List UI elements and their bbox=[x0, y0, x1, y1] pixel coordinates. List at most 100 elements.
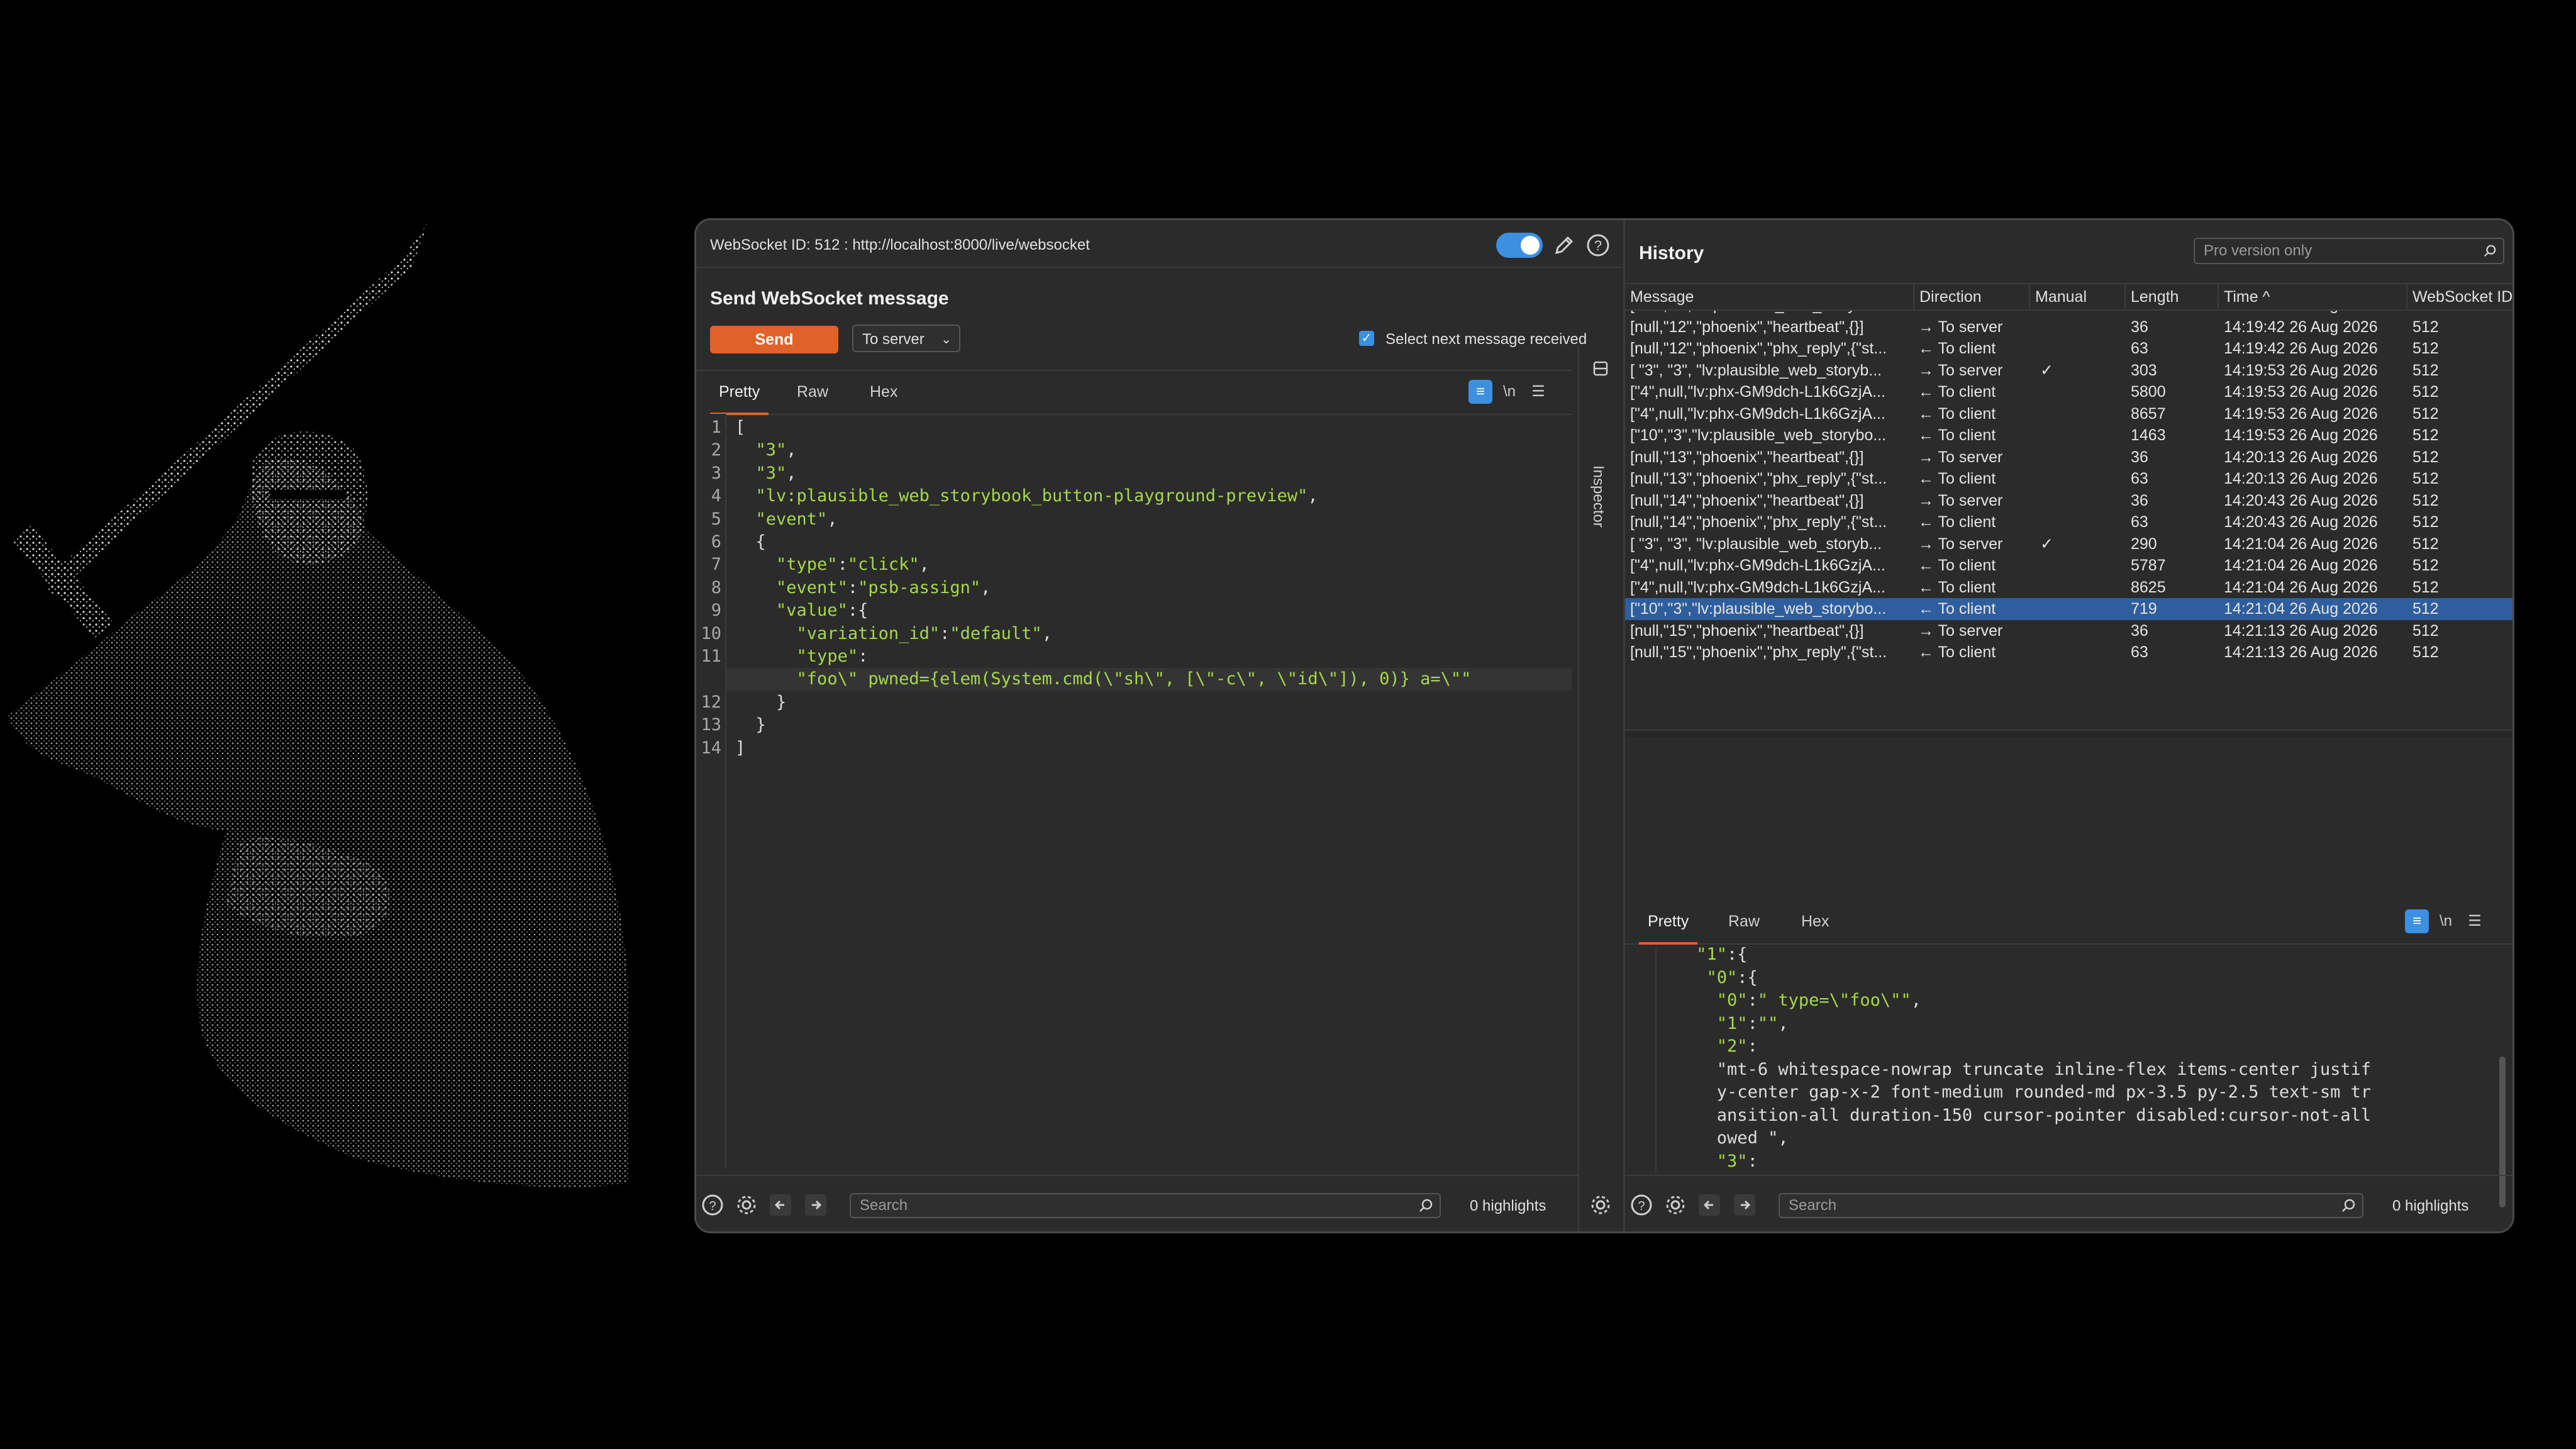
time-cell: 14:20:43 26 Aug 2026 bbox=[2224, 513, 2378, 531]
edit-pencil-icon[interactable] bbox=[1552, 233, 1577, 258]
tab-hex[interactable]: Hex bbox=[1801, 901, 1829, 942]
history-row[interactable]: ["4",null,"lv:phx-GM9dch-L1k6GzjA... ← To… bbox=[1625, 577, 2512, 599]
column-direction[interactable]: Direction bbox=[1914, 284, 2030, 309]
help-icon[interactable]: ? bbox=[1630, 1194, 1653, 1216]
direction-cell: → To server bbox=[1918, 361, 2003, 379]
column-message[interactable]: Message bbox=[1625, 284, 1914, 309]
manual-cell: ✓ bbox=[2040, 361, 2053, 379]
wrap-lines-icon[interactable]: ≡ bbox=[1468, 380, 1492, 404]
menu-icon[interactable]: ☰ bbox=[1526, 380, 1550, 404]
arrow-left-icon[interactable] bbox=[769, 1194, 792, 1216]
tab-raw[interactable]: Raw bbox=[1728, 901, 1760, 942]
column-manual[interactable]: Manual bbox=[2030, 284, 2126, 309]
search-icon bbox=[2342, 1199, 2355, 1212]
highlights-count: 0 highlights bbox=[1470, 1197, 1546, 1214]
history-row[interactable]: [null,"12","phoenix","phx_reply",{"st...… bbox=[1625, 338, 2512, 360]
websocket-id-cell: 512 bbox=[2412, 383, 2439, 401]
code-text: "type": bbox=[796, 647, 869, 666]
help-icon[interactable]: ? bbox=[1585, 233, 1611, 258]
code-text: { bbox=[735, 532, 766, 552]
websocket-id-cell: 512 bbox=[2412, 621, 2439, 640]
column-length[interactable]: Length bbox=[2126, 284, 2219, 309]
history-row[interactable]: [null,"15","phoenix","phx_reply",{"st...… bbox=[1625, 641, 2512, 663]
newline-toggle-icon[interactable]: \n bbox=[2434, 909, 2458, 933]
history-row[interactable]: [ "3", "3", "lv:plausible_web_storyb... →… bbox=[1625, 360, 2512, 382]
settings-gear-icon[interactable] bbox=[1664, 1194, 1687, 1216]
arrow-left-icon[interactable] bbox=[1698, 1194, 1721, 1216]
websocket-id-cell: 512 bbox=[2412, 557, 2439, 574]
history-row[interactable]: [null,"14","phoenix","phx_reply",{"st...… bbox=[1625, 511, 2512, 533]
history-row[interactable]: ["4",null,"lv:phx-GM9dch-L1k6GzjA... ← To… bbox=[1625, 403, 2512, 425]
time-cell: 14:19:53 26 Aug 2026 bbox=[2224, 404, 2378, 423]
time-cell: 14:21:13 26 Aug 2026 bbox=[2224, 643, 2378, 661]
request-bottom-bar: ? Search 0 highlights bbox=[696, 1175, 1578, 1231]
websocket-id-cell: 512 bbox=[2412, 340, 2439, 357]
time-cell: 14:21:04 26 Aug 2026 bbox=[2224, 535, 2378, 553]
send-button[interactable]: Send bbox=[710, 326, 838, 353]
arrow-right-icon[interactable] bbox=[804, 1194, 827, 1216]
length-cell: 63 bbox=[2131, 643, 2148, 661]
message-cell: [null,"15","phoenix","phx_reply",{"st... bbox=[1630, 643, 1887, 661]
history-table-header: Message Direction Manual Length Time ^ W… bbox=[1625, 283, 2512, 311]
history-row[interactable]: [null,"15","phoenix","heartbeat",{}] → To… bbox=[1625, 620, 2512, 642]
history-row[interactable]: [null,"13","phoenix","heartbeat",{}] → To… bbox=[1625, 447, 2512, 469]
viewer-line: owed ", bbox=[1716, 1128, 1789, 1148]
time-cell: 14:21:04 26 Aug 2026 bbox=[2224, 600, 2378, 618]
history-row[interactable]: [null,"14","phoenix","heartbeat",{}] → To… bbox=[1625, 490, 2512, 512]
history-row[interactable]: ["4",null,"lv:phx-GM9dch-L1k6GzjA... ← To… bbox=[1625, 381, 2512, 403]
column-time[interactable]: Time ^ bbox=[2219, 284, 2407, 309]
history-row[interactable]: [null,"13","phoenix","phx_reply",{"st...… bbox=[1625, 468, 2512, 490]
length-cell: 290 bbox=[2131, 535, 2157, 553]
tab-hex[interactable]: Hex bbox=[870, 371, 897, 413]
line-number: 14 bbox=[701, 738, 721, 758]
history-row[interactable]: ["10","3","lv:plausible_web_storybo... ← … bbox=[1625, 598, 2512, 620]
tab-pretty[interactable]: Pretty bbox=[1639, 901, 1698, 945]
history-row[interactable]: ["4",null,"lv:phx-GM9dch-L1k6GzjA... ← To… bbox=[1625, 555, 2512, 577]
inspector-icon[interactable] bbox=[1591, 358, 1611, 379]
history-row[interactable]: [null,"12","phoenix","heartbeat",{}] → To… bbox=[1625, 316, 2512, 338]
column-websocket-id[interactable]: WebSocket ID bbox=[2407, 284, 2512, 309]
websocket-id-cell: 512 bbox=[2412, 578, 2439, 596]
settings-gear-icon[interactable] bbox=[1589, 1194, 1612, 1216]
intercept-toggle[interactable] bbox=[1496, 233, 1543, 258]
line-number: 1 bbox=[711, 418, 721, 437]
search-input[interactable]: Search bbox=[850, 1193, 1441, 1218]
history-search-placeholder: Pro version only bbox=[2204, 242, 2312, 259]
history-row[interactable]: ["10","3","lv:plausible_web_storybo... ← … bbox=[1625, 425, 2512, 447]
arrow-right-icon[interactable] bbox=[1733, 1194, 1756, 1216]
viewer-line: "0":{ bbox=[1706, 967, 1758, 987]
direction-cell: ← To client bbox=[1918, 513, 1996, 531]
message-viewer[interactable]: "1":{"0":{"0":" type=\"foo\"", "1":"", "2"… bbox=[1625, 947, 2493, 1172]
select-next-checkbox[interactable]: ✓ bbox=[1359, 331, 1374, 346]
websocket-id-cell: 512 bbox=[2412, 600, 2439, 618]
newline-toggle-icon[interactable]: \n bbox=[1497, 380, 1521, 404]
line-number: 2 bbox=[711, 440, 721, 460]
message-cell: [null,"15","phoenix","heartbeat",{}] bbox=[1630, 621, 1864, 640]
code-text: "3", bbox=[755, 463, 797, 483]
direction-select[interactable]: To server ⌄ bbox=[852, 325, 960, 352]
search-icon bbox=[1419, 1199, 1433, 1212]
tab-pretty[interactable]: Pretty bbox=[710, 371, 769, 415]
history-search[interactable]: Pro version only bbox=[2194, 238, 2504, 264]
code-text: "event", bbox=[755, 509, 838, 529]
search-input[interactable]: Search bbox=[1779, 1193, 2363, 1218]
editor-scrollbar[interactable] bbox=[1572, 414, 1578, 1169]
direction-cell: ← To client bbox=[1918, 426, 1996, 444]
websocket-id-cell: 512 bbox=[2412, 404, 2439, 423]
direction-cell: → To server bbox=[1918, 491, 2003, 509]
settings-gear-icon[interactable] bbox=[735, 1194, 758, 1216]
menu-icon[interactable]: ☰ bbox=[2463, 909, 2487, 933]
tab-raw[interactable]: Raw bbox=[797, 371, 828, 413]
chevron-down-icon: ⌄ bbox=[941, 333, 952, 347]
websocket-id-cell: 512 bbox=[2412, 318, 2439, 336]
code-text: "type":"click", bbox=[776, 555, 930, 575]
help-icon[interactable]: ? bbox=[701, 1194, 724, 1216]
message-cell: ["10","3","lv:plausible_web_storybo... bbox=[1630, 426, 1887, 444]
request-editor[interactable]: 1 [2 "3", 3 "3", 4 "lv:plausible_web_storyb… bbox=[696, 414, 1572, 1169]
inspector-panel[interactable]: Inspector bbox=[1578, 346, 1623, 1231]
pane-divider[interactable] bbox=[1625, 730, 2512, 737]
wrap-lines-icon[interactable]: ≡ bbox=[2405, 909, 2429, 933]
code-text: "value":{ bbox=[776, 601, 869, 621]
history-row[interactable]: [ "3", "3", "lv:plausible_web_storyb... →… bbox=[1625, 533, 2512, 555]
websocket-header: WebSocket ID: 512 : http://localhost:800… bbox=[696, 220, 1622, 268]
